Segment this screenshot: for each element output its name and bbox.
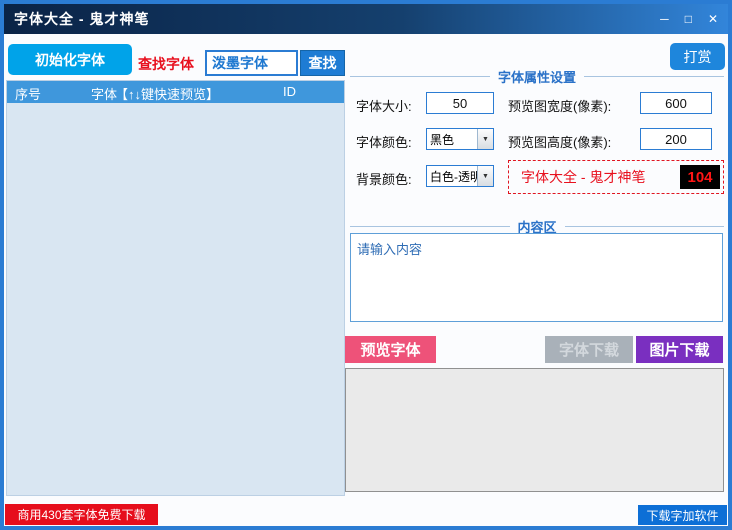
bg-color-value: 白色-透明 — [430, 169, 477, 184]
bg-color-dropdown[interactable]: 白色-透明 ▼ — [426, 165, 494, 187]
init-fonts-button[interactable]: 初始化字体 — [8, 44, 132, 75]
column-id: ID — [283, 84, 296, 99]
chevron-down-icon[interactable]: ▼ — [477, 166, 493, 186]
free-download-button[interactable]: 商用430套字体免费下载 — [5, 504, 158, 525]
app-window: 字体大全 - 鬼才神笔 ─ □ ✕ 初始化字体 查找字体 查找 打赏 序号 字体… — [0, 0, 732, 530]
window-title: 字体大全 - 鬼才神笔 — [14, 11, 150, 27]
divider-line — [350, 75, 490, 77]
preview-width-label: 预览图宽度(像素): — [508, 99, 612, 114]
content-textarea[interactable] — [350, 233, 723, 322]
divider-line — [564, 225, 725, 227]
font-download-button[interactable]: 字体下载 — [545, 336, 633, 363]
column-font: 字体 — [91, 87, 118, 102]
chevron-down-icon[interactable]: ▼ — [477, 129, 493, 149]
preview-height-input[interactable] — [640, 128, 712, 150]
column-hint: 【↑↓键快速预览】 — [115, 87, 220, 102]
search-fonts-label: 查找字体 — [138, 56, 194, 72]
maximize-icon[interactable]: □ — [685, 10, 692, 28]
preview-width-input[interactable] — [640, 92, 712, 114]
font-list: 序号 字体 【↑↓键快速预览】 ID — [6, 80, 345, 496]
search-input[interactable] — [205, 50, 298, 76]
font-size-input[interactable] — [426, 92, 494, 114]
preview-height-label: 预览图高度(像素): — [508, 135, 612, 150]
properties-section-title: 字体属性设置 — [350, 68, 725, 85]
minimize-icon[interactable]: ─ — [660, 10, 669, 28]
font-size-label: 字体大小: — [356, 99, 412, 114]
column-index: 序号 — [15, 87, 42, 102]
preview-area — [345, 368, 724, 492]
preview-font-button[interactable]: 预览字体 — [345, 336, 436, 363]
titlebar[interactable]: 字体大全 - 鬼才神笔 ─ □ ✕ — [4, 4, 728, 34]
image-download-button[interactable]: 图片下载 — [636, 336, 723, 363]
brand-text: 字体大全 - 鬼才神笔 — [521, 169, 646, 185]
divider-line — [584, 75, 725, 77]
counter-badge: 104 — [680, 165, 720, 189]
close-icon[interactable]: ✕ — [708, 10, 718, 28]
font-list-body[interactable] — [7, 103, 344, 495]
brand-ad-box: 字体大全 - 鬼才神笔 104 — [508, 160, 724, 194]
window-controls: ─ □ ✕ — [660, 10, 718, 28]
reward-button[interactable]: 打赏 — [670, 43, 725, 70]
content-section-title: 内容区 — [350, 218, 725, 235]
font-color-value: 黑色 — [430, 132, 455, 147]
zijia-download-button[interactable]: 下载字加软件 — [638, 505, 727, 525]
font-color-label: 字体颜色: — [356, 135, 412, 150]
font-color-dropdown[interactable]: 黑色 ▼ — [426, 128, 494, 150]
properties-title-text: 字体属性设置 — [498, 69, 577, 85]
font-list-header: 序号 字体 【↑↓键快速预览】 ID — [7, 81, 344, 103]
search-button[interactable]: 查找 — [300, 50, 345, 76]
bg-color-label: 背景颜色: — [356, 172, 412, 187]
divider-line — [350, 225, 510, 227]
